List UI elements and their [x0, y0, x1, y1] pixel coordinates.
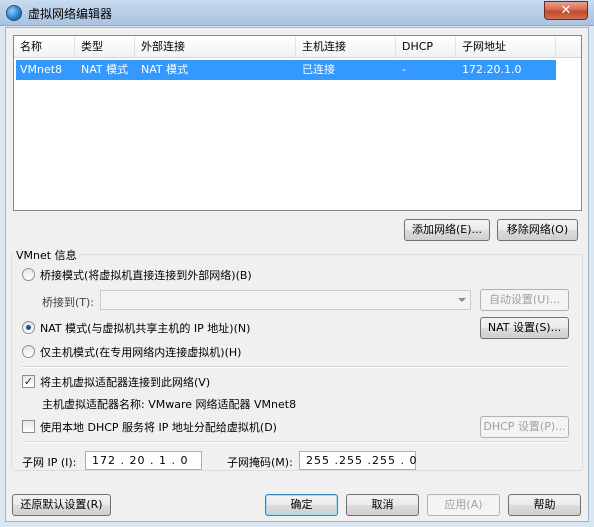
divider [22, 441, 569, 443]
subnet-mask-label: 子网掩码(M): [227, 456, 293, 469]
host-only-label: 仅主机模式(在专用网络内连接虚拟机)(H) [40, 346, 242, 359]
remove-network-button[interactable]: 移除网络(O) [497, 219, 578, 241]
row-name: VMnet8 [20, 63, 63, 76]
close-button[interactable]: ✕ [544, 1, 588, 20]
connect-adapter-label: 将主机虚拟适配器连接到此网络(V) [40, 376, 211, 389]
nat-label: NAT 模式(与虚拟机共享主机的 IP 地址)(N) [40, 322, 251, 335]
dhcp-settings-button[interactable]: DHCP 设置(P)... [480, 416, 569, 438]
restore-defaults-button[interactable]: 还原默认设置(R) [12, 494, 111, 516]
row-external: NAT 模式 [141, 63, 189, 76]
adapter-name-label: 主机虚拟适配器名称: VMware 网络适配器 VMnet8 [42, 398, 297, 411]
row-type: NAT 模式 [81, 63, 129, 76]
row-dhcp: - [402, 63, 406, 76]
title-bar[interactable]: 虚拟网络编辑器 ✕ [0, 0, 594, 26]
vmnet-info-label: VMnet 信息 [14, 247, 79, 263]
use-dhcp-label: 使用本地 DHCP 服务将 IP 地址分配给虚拟机(D) [40, 421, 277, 434]
column-header-dhcp[interactable]: DHCP [396, 36, 456, 58]
apply-button[interactable]: 应用(A) [427, 494, 500, 516]
vmnet-info-group [11, 254, 583, 471]
column-header-host[interactable]: 主机连接 [296, 36, 396, 58]
column-header-external[interactable]: 外部连接 [135, 36, 296, 58]
bridged-to-select[interactable] [100, 290, 471, 310]
column-header-type[interactable]: 类型 [75, 36, 135, 58]
column-header-subnet[interactable]: 子网地址 [456, 36, 556, 58]
add-network-button[interactable]: 添加网络(E)... [404, 219, 490, 241]
chevron-down-icon [458, 298, 466, 302]
auto-settings-button[interactable]: 自动设置(U)... [480, 289, 569, 311]
connect-adapter-checkbox[interactable]: ✓ [22, 375, 35, 388]
table-row[interactable]: VMnet8 NAT 模式 NAT 模式 已连接 - 172.20.1.0 [16, 60, 556, 80]
help-button[interactable]: 帮助 [508, 494, 581, 516]
app-icon [6, 5, 22, 21]
window-title: 虚拟网络编辑器 [28, 7, 113, 21]
cancel-button[interactable]: 取消 [346, 494, 419, 516]
use-dhcp-checkbox[interactable] [22, 420, 35, 433]
bridged-label: 桥接模式(将虚拟机直接连接到外部网络)(B) [40, 269, 252, 282]
host-only-radio[interactable] [22, 345, 35, 358]
subnet-ip-label: 子网 IP (I): [22, 456, 77, 469]
subnet-mask-input[interactable]: 255 .255 .255 . 0 [299, 451, 416, 470]
bridged-radio[interactable] [22, 268, 35, 281]
bridged-to-label: 桥接到(T): [42, 296, 95, 309]
dialog-client: 名称 类型 外部连接 主机连接 DHCP 子网地址 VMnet8 NAT 模式 … [5, 27, 589, 522]
nat-settings-button[interactable]: NAT 设置(S)... [480, 317, 569, 339]
divider [22, 366, 569, 368]
row-host: 已连接 [302, 63, 335, 76]
list-header: 名称 类型 外部连接 主机连接 DHCP 子网地址 [14, 36, 581, 58]
network-list[interactable]: 名称 类型 外部连接 主机连接 DHCP 子网地址 VMnet8 NAT 模式 … [13, 35, 582, 211]
nat-radio[interactable] [22, 321, 35, 334]
ok-button[interactable]: 确定 [265, 494, 338, 516]
subnet-ip-input[interactable]: 172 . 20 . 1 . 0 [85, 451, 202, 470]
column-header-name[interactable]: 名称 [14, 36, 75, 58]
row-subnet: 172.20.1.0 [462, 63, 522, 76]
